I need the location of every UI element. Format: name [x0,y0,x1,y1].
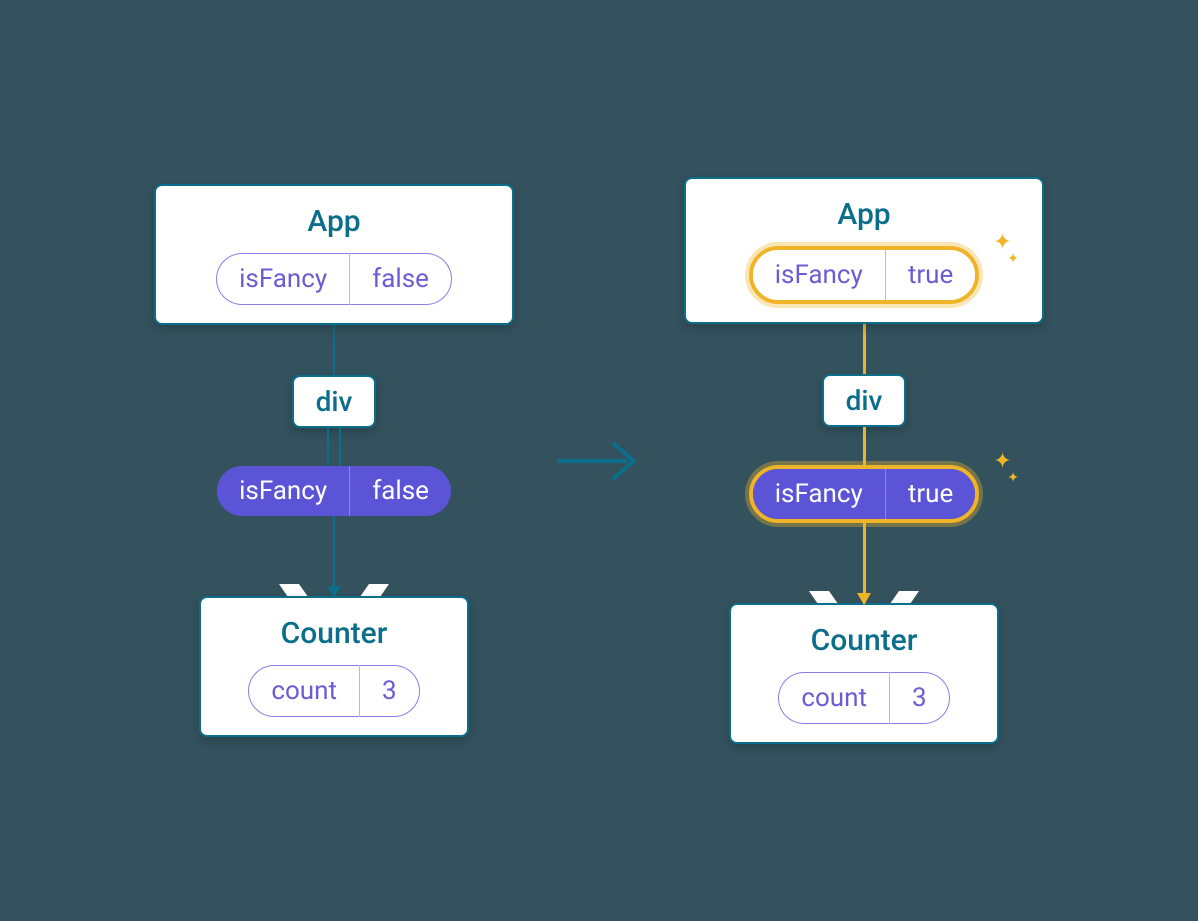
after-column: App isFancy true div isFancy true [684,177,1044,744]
prop-value: false [350,466,451,516]
state-value: false [350,253,452,305]
connector [333,325,335,375]
counter-state-pill: count 3 [248,665,419,717]
counter-title: Counter [281,616,388,651]
state-value: 3 [890,672,950,724]
state-key: count [248,665,359,717]
div-node-after: div [822,374,907,427]
counter-state-pill-preserved: count 3 [778,672,949,724]
before-column: App isFancy false div isFancy false Coun… [154,184,514,737]
prop-wrap-after: isFancy true [749,465,980,603]
connector [863,324,866,374]
connector [327,428,341,466]
transition-arrow-icon [554,436,644,486]
arrow-down-icon [333,516,335,596]
app-state-pill-changed: isFancy true [749,246,980,304]
div-node-before: div [292,375,377,428]
app-node-before: App isFancy false [154,184,514,325]
prop-key: isFancy [753,469,885,519]
app-state-pill: isFancy false [216,253,452,305]
app-title: App [837,197,890,232]
prop-key: isFancy [217,466,349,516]
prop-value: true [886,469,975,519]
state-value: 3 [360,665,420,717]
app-title: App [307,204,360,239]
prop-pill-before: isFancy false [217,466,451,516]
state-preservation-diagram: App isFancy false div isFancy false Coun… [154,177,1044,744]
state-key: isFancy [216,253,349,305]
state-key: count [778,672,889,724]
counter-node-before: Counter count 3 [199,596,469,737]
prop-wrap-before: isFancy false [217,466,451,596]
state-value: true [886,250,975,300]
connector [863,427,866,465]
state-key: isFancy [753,250,885,300]
counter-title: Counter [811,623,918,658]
app-node-after: App isFancy true [684,177,1044,324]
prop-pill-after: isFancy true [749,465,980,523]
arrow-down-icon [863,523,866,603]
counter-node-after: Counter count 3 [729,603,999,744]
